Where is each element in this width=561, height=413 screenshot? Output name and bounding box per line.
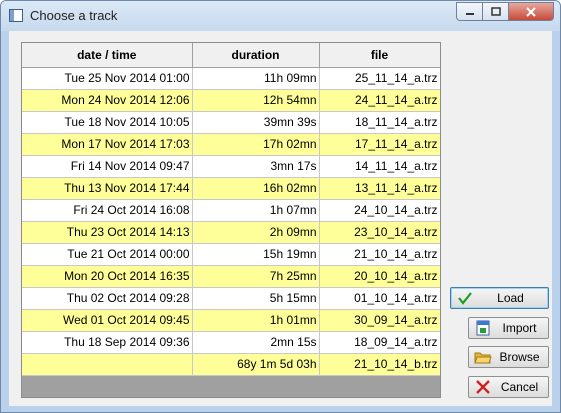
cell-date: Fri 14 Nov 2014 09:47 xyxy=(22,155,193,178)
dialog-window: Choose a track date / time duration file… xyxy=(0,0,561,413)
cell-date: Fri 24 Oct 2014 16:08 xyxy=(22,199,193,222)
cancel-button-label: Cancel xyxy=(500,380,539,394)
cell-file: 21_10_14_a.trz xyxy=(319,243,440,266)
cell-date: Mon 24 Nov 2014 12:06 xyxy=(22,89,193,112)
load-button[interactable]: Load xyxy=(450,287,549,309)
load-button-label: Load xyxy=(497,291,524,305)
cell-duration: 1h 07mn xyxy=(192,199,320,222)
table-row[interactable]: Wed 01 Oct 2014 09:45 1h 01mn 30_09_14_a.t… xyxy=(22,309,440,332)
x-icon xyxy=(469,379,497,395)
cell-duration: 68y 1m 5d 03h xyxy=(192,353,320,376)
app-icon xyxy=(9,9,23,22)
close-icon xyxy=(526,6,536,17)
cell-duration: 1h 01mn xyxy=(192,309,320,332)
import-icon xyxy=(469,320,497,336)
cell-file: 24_11_14_a.trz xyxy=(319,89,440,112)
cell-date: Tue 18 Nov 2014 10:05 xyxy=(22,111,193,134)
window-controls xyxy=(456,2,554,21)
cell-file: 30_09_14_a.trz xyxy=(319,309,440,332)
table-row[interactable]: Fri 14 Nov 2014 09:47 3mn 17s 14_11_14_a.t… xyxy=(22,155,440,178)
cell-duration: 7h 25mn xyxy=(192,265,320,288)
close-button[interactable] xyxy=(509,2,554,21)
folder-icon xyxy=(469,350,497,364)
cell-file: 18_11_14_a.trz xyxy=(319,111,440,134)
table-header-row: date / time duration file xyxy=(22,43,440,68)
cell-duration: 15h 19mn xyxy=(192,243,320,266)
cell-file: 18_09_14_a.trz xyxy=(319,331,440,354)
cell-duration: 11h 09mn xyxy=(192,67,320,90)
cancel-button[interactable]: Cancel xyxy=(468,376,549,398)
cell-file: 21_10_14_b.trz xyxy=(319,353,440,376)
maximize-icon xyxy=(490,6,501,16)
cell-duration: 12h 54mn xyxy=(192,89,320,112)
dialog-body: date / time duration file Tue 25 Nov 201… xyxy=(9,31,552,406)
cell-date xyxy=(22,353,193,376)
browse-button[interactable]: Browse xyxy=(468,346,549,368)
cell-duration: 16h 02mn xyxy=(192,177,320,200)
table-row[interactable]: Mon 24 Nov 2014 12:06 12h 54mn 24_11_14_a.… xyxy=(22,89,440,112)
title-bar[interactable]: Choose a track xyxy=(1,1,560,31)
cell-duration: 17h 02mn xyxy=(192,133,320,156)
cell-duration: 2mn 15s xyxy=(192,331,320,354)
cell-date: Thu 02 Oct 2014 09:28 xyxy=(22,287,193,310)
import-button-label: Import xyxy=(502,321,537,335)
cell-date: Wed 01 Oct 2014 09:45 xyxy=(22,309,193,332)
column-header-date[interactable]: date / time xyxy=(22,43,193,68)
table-row[interactable]: Mon 17 Nov 2014 17:03 17h 02mn 17_11_14_a.… xyxy=(22,133,440,156)
import-button[interactable]: Import xyxy=(468,317,549,339)
cell-date: Thu 23 Oct 2014 14:13 xyxy=(22,221,193,244)
table-row[interactable]: Fri 24 Oct 2014 16:08 1h 07mn 24_10_14_a.t… xyxy=(22,199,440,222)
table-row[interactable]: Mon 20 Oct 2014 16:35 7h 25mn 20_10_14_a.t… xyxy=(22,265,440,288)
browse-button-label: Browse xyxy=(499,350,540,364)
cell-file: 25_11_14_a.trz xyxy=(319,67,440,90)
cell-date: Mon 20 Oct 2014 16:35 xyxy=(22,265,193,288)
cell-file: 20_10_14_a.trz xyxy=(319,265,440,288)
cell-duration: 5h 15mn xyxy=(192,287,320,310)
maximize-button[interactable] xyxy=(483,2,509,21)
table-row[interactable]: Tue 25 Nov 2014 01:00 11h 09mn 25_11_14_a.… xyxy=(22,67,440,90)
cell-date: Tue 25 Nov 2014 01:00 xyxy=(22,67,193,90)
table-row[interactable]: Tue 21 Oct 2014 00:00 15h 19mn 21_10_14_a.… xyxy=(22,243,440,266)
table-row[interactable]: 68y 1m 5d 03h 21_10_14_b.trz xyxy=(22,353,440,376)
cell-file: 14_11_14_a.trz xyxy=(319,155,440,178)
track-table[interactable]: date / time duration file Tue 25 Nov 201… xyxy=(21,42,441,398)
cell-duration: 39mn 39s xyxy=(192,111,320,134)
cell-date: Thu 18 Sep 2014 09:36 xyxy=(22,331,193,354)
table-row[interactable]: Thu 02 Oct 2014 09:28 5h 15mn 01_10_14_a.t… xyxy=(22,287,440,310)
table-row[interactable]: Tue 18 Nov 2014 10:05 39mn 39s 18_11_14_a.… xyxy=(22,111,440,134)
cell-date: Tue 21 Oct 2014 00:00 xyxy=(22,243,193,266)
table-row[interactable]: Thu 13 Nov 2014 17:44 16h 02mn 13_11_14_a.… xyxy=(22,177,440,200)
cell-date: Mon 17 Nov 2014 17:03 xyxy=(22,133,193,156)
table-row[interactable]: Thu 18 Sep 2014 09:36 2mn 15s 18_09_14_a.t… xyxy=(22,331,440,354)
cell-file: 24_10_14_a.trz xyxy=(319,199,440,222)
cell-file: 13_11_14_a.trz xyxy=(319,177,440,200)
column-header-duration[interactable]: duration xyxy=(192,43,320,68)
cell-file: 17_11_14_a.trz xyxy=(319,133,440,156)
cell-duration: 2h 09mn xyxy=(192,221,320,244)
minimize-icon xyxy=(465,12,474,15)
cell-duration: 3mn 17s xyxy=(192,155,320,178)
cell-file: 23_10_14_a.trz xyxy=(319,221,440,244)
window-title: Choose a track xyxy=(30,8,118,23)
table-row[interactable]: Thu 23 Oct 2014 14:13 2h 09mn 23_10_14_a.t… xyxy=(22,221,440,244)
minimize-button[interactable] xyxy=(456,2,483,21)
checkmark-icon xyxy=(451,291,479,305)
column-header-file[interactable]: file xyxy=(319,43,440,68)
cell-file: 01_10_14_a.trz xyxy=(319,287,440,310)
cell-date: Thu 13 Nov 2014 17:44 xyxy=(22,177,193,200)
